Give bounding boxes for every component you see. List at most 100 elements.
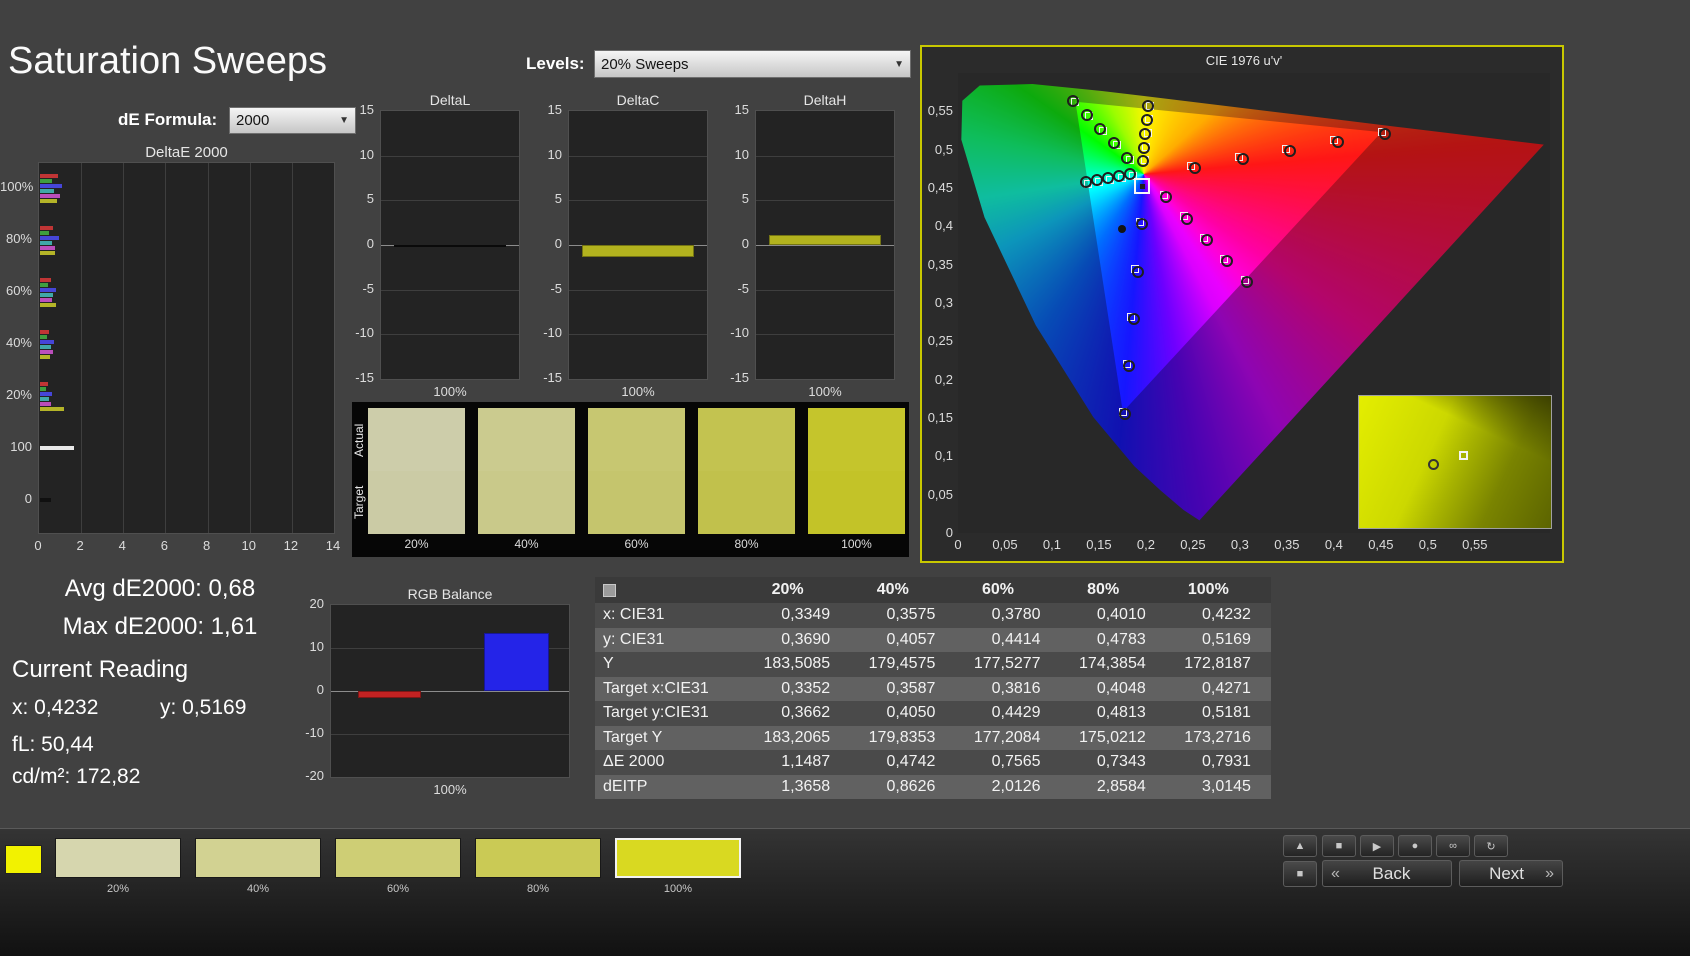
delta-y-tick: 0 xyxy=(366,236,374,251)
actual-swatch xyxy=(808,408,905,471)
chevrons-left-icon: « xyxy=(1331,864,1340,882)
target-swatch xyxy=(368,471,465,534)
table-row: Y 183,5085 179,4575 177,5277 174,3854 172,818… xyxy=(595,652,1271,677)
cie-measured-point xyxy=(1140,114,1153,127)
deltae-bar xyxy=(40,386,47,391)
levels-dropdown[interactable]: 20% Sweeps ▼ xyxy=(594,50,911,78)
sweep-swatch xyxy=(808,408,905,534)
pattern-level-swatch[interactable] xyxy=(615,838,741,878)
table-header-cell: 60% xyxy=(981,581,1014,598)
target-swatch xyxy=(478,471,575,534)
table-cell: 0,8626 xyxy=(886,777,936,795)
cie-measured-point xyxy=(1090,174,1103,187)
de-formula-dropdown[interactable]: 2000 ▼ xyxy=(229,107,356,134)
stop-button[interactable]: ■ xyxy=(1322,835,1356,857)
pattern-level-swatch[interactable] xyxy=(475,838,601,878)
cie-measured-point xyxy=(1094,122,1107,135)
table-row-label: y: CIE31 xyxy=(603,630,665,648)
table-cell: 0,3575 xyxy=(886,606,936,624)
table-cell: 0,3352 xyxy=(781,679,831,697)
delta-y-tick: -5 xyxy=(362,280,374,296)
delta-y-tick: -15 xyxy=(355,370,374,385)
rgb-y-tick: 20 xyxy=(309,596,324,611)
pattern-level-swatch[interactable] xyxy=(335,838,461,878)
table-header-cell: 100% xyxy=(1187,581,1229,598)
table-cell: 0,3690 xyxy=(781,630,831,648)
pattern-level-label: 60% xyxy=(386,883,410,895)
cie-y-tick: 0,15 xyxy=(927,410,953,425)
delta-y-tick: 15 xyxy=(547,102,562,117)
table-row: ΔE 2000 1,1487 0,4742 0,7565 0,7343 0,7931 xyxy=(595,750,1271,775)
table-cell: 0,3780 xyxy=(991,606,1041,624)
inset-target-point xyxy=(1458,451,1468,461)
delta-gridline xyxy=(381,289,519,291)
table-header-cell: 40% xyxy=(876,581,909,598)
rgb-balance-x-label: 100% xyxy=(433,782,467,797)
cie-y-tick: 0,4 xyxy=(934,218,953,234)
deltae-bar xyxy=(40,250,56,255)
back-button[interactable]: « Back xyxy=(1322,860,1452,887)
deltac-y-axis: 15 10 5 0 -5 -10 -15 xyxy=(536,102,564,385)
deltae-gridline xyxy=(81,163,83,533)
delta_l-bar xyxy=(394,245,506,247)
cie-x-tick: 0,35 xyxy=(1274,537,1300,552)
table-cell: 1,1487 xyxy=(781,753,831,771)
deltae-bar xyxy=(40,240,52,245)
deltae-bar xyxy=(40,401,51,406)
play-button[interactable]: ▶ xyxy=(1360,835,1394,857)
actual-swatch xyxy=(478,408,575,471)
table-cell: 2,0126 xyxy=(991,777,1041,795)
cie-measured-point xyxy=(1119,407,1132,420)
deltah-x-label: 100% xyxy=(808,384,842,399)
cie-y-tick: 0,2 xyxy=(934,371,953,387)
rgb-balance-y-axis: 20 10 0 -10 -20 xyxy=(296,596,326,783)
deltae-x-tick: 4 xyxy=(118,538,126,553)
loop-button[interactable]: ↻ xyxy=(1474,835,1508,857)
pattern-level-label: 40% xyxy=(246,883,270,895)
deltae-x-tick: 12 xyxy=(283,538,299,553)
delta-gridline xyxy=(569,155,707,157)
table-cell: 177,5277 xyxy=(973,655,1041,673)
deltae-y-tick: 20% xyxy=(5,387,32,403)
delta-gridline xyxy=(756,245,894,246)
delta-y-tick: -15 xyxy=(730,370,749,385)
deltac-title: DeltaC xyxy=(616,92,660,108)
deltae-bar xyxy=(40,446,74,451)
pattern-position-button[interactable]: ▲ xyxy=(1283,835,1317,857)
page-title: Saturation Sweeps xyxy=(8,40,327,82)
deltae-x-tick: 14 xyxy=(325,538,341,553)
delta-gridline xyxy=(381,334,519,336)
table-cell: 177,2084 xyxy=(973,728,1041,746)
table-cell: 179,8353 xyxy=(868,728,936,746)
rgb-bar-blue xyxy=(484,632,549,691)
measurement-table: 20% 40% 60% 80% 100% x: CIE31 0,3349 0,3575 0,37… xyxy=(595,577,1271,799)
pattern-level-swatch[interactable] xyxy=(195,838,321,878)
continuous-button[interactable]: ∞ xyxy=(1436,835,1470,857)
pattern-level-label: 80% xyxy=(526,883,550,895)
record-button[interactable]: ● xyxy=(1398,835,1432,857)
pattern-level-swatch[interactable] xyxy=(55,838,181,878)
delta-gridline xyxy=(381,155,519,157)
table-row: dEITP 1,3658 0,8626 2,0126 2,8584 3,0145 xyxy=(595,774,1271,799)
target-row-label: Target xyxy=(352,485,366,519)
deltae-bar xyxy=(40,381,49,386)
table-marker-icon xyxy=(603,583,616,597)
deltae-bar xyxy=(40,339,54,344)
deltae-bar xyxy=(40,188,54,193)
cie-chart-title: CIE 1976 u'v' xyxy=(1205,53,1283,68)
deltal-y-axis: 15 10 5 0 -5 -10 -15 xyxy=(348,102,376,385)
deltae-bar xyxy=(40,235,59,240)
table-row-label: Target y:CIE31 xyxy=(603,704,709,722)
table-row-label: Y xyxy=(603,655,614,673)
deltae-bar xyxy=(40,198,57,203)
cie-chart-box: CIE 1976 u'v' 0 0,05 0,1 0,15 0,2 0,25 0,3 0,35… xyxy=(920,45,1564,563)
levels-value: 20% Sweeps xyxy=(601,55,689,73)
pattern-window-toggle-button[interactable]: ■ xyxy=(1283,861,1317,887)
cie-measured-point xyxy=(1067,94,1080,107)
delta-y-tick: 5 xyxy=(554,191,562,207)
next-button[interactable]: Next » xyxy=(1459,860,1563,887)
deltae-y-tick: 100% xyxy=(0,179,34,195)
deltae-chart-title: DeltaE 2000 xyxy=(145,144,228,161)
deltah-y-axis: 15 10 5 0 -5 -10 -15 xyxy=(723,102,751,385)
rgb-y-tick: 0 xyxy=(316,682,324,697)
